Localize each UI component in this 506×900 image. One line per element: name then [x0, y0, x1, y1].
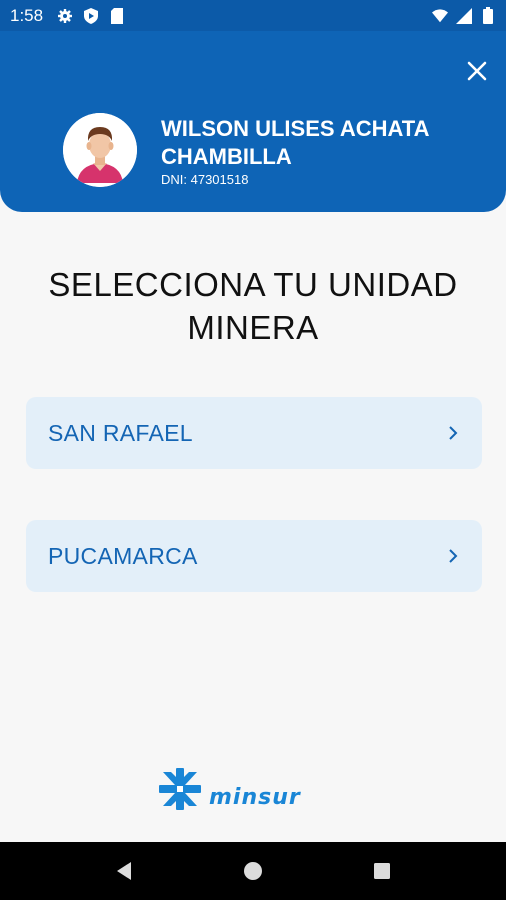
user-dni: DNI: 47301518 [161, 172, 249, 187]
nav-recents-button[interactable] [367, 856, 397, 886]
wifi-icon [432, 8, 448, 24]
chevron-right-icon [446, 549, 460, 563]
user-avatar-icon [63, 113, 137, 187]
status-bar: 1:58 [0, 0, 506, 31]
minsur-emblem-icon [159, 768, 201, 810]
chevron-right-icon [446, 426, 460, 440]
status-right [432, 7, 496, 24]
profile-header: WILSON ULISES ACHATA CHAMBILLA DNI: 4730… [0, 31, 506, 212]
nav-home-button[interactable] [238, 856, 268, 886]
unit-option-label: SAN RAFAEL [48, 419, 193, 446]
shield-icon [83, 7, 99, 24]
avatar [63, 113, 137, 187]
status-left: 1:58 [10, 6, 125, 26]
gear-icon [57, 8, 73, 24]
user-name: WILSON ULISES ACHATA CHAMBILLA [161, 116, 429, 169]
home-icon [243, 862, 262, 880]
status-time: 1:58 [10, 5, 44, 25]
system-nav-bar [0, 842, 506, 900]
logo-text: minsur [209, 785, 301, 810]
unit-option-label: PUCAMARCA [48, 542, 198, 569]
recents-icon [373, 863, 390, 879]
close-icon [467, 61, 487, 81]
page-title: SELECCIONA TU UNIDAD MINERA [48, 266, 458, 346]
close-button[interactable] [464, 58, 490, 84]
sim-card-icon [109, 7, 125, 24]
nav-back-button[interactable] [109, 856, 139, 886]
signal-icon [456, 7, 472, 24]
unit-option-pucamarca[interactable]: PUCAMARCA [26, 520, 482, 592]
minsur-logo: minsur [157, 762, 352, 812]
back-icon [117, 862, 132, 880]
unit-option-san-rafael[interactable]: SAN RAFAEL [26, 397, 482, 469]
battery-icon [480, 7, 496, 24]
